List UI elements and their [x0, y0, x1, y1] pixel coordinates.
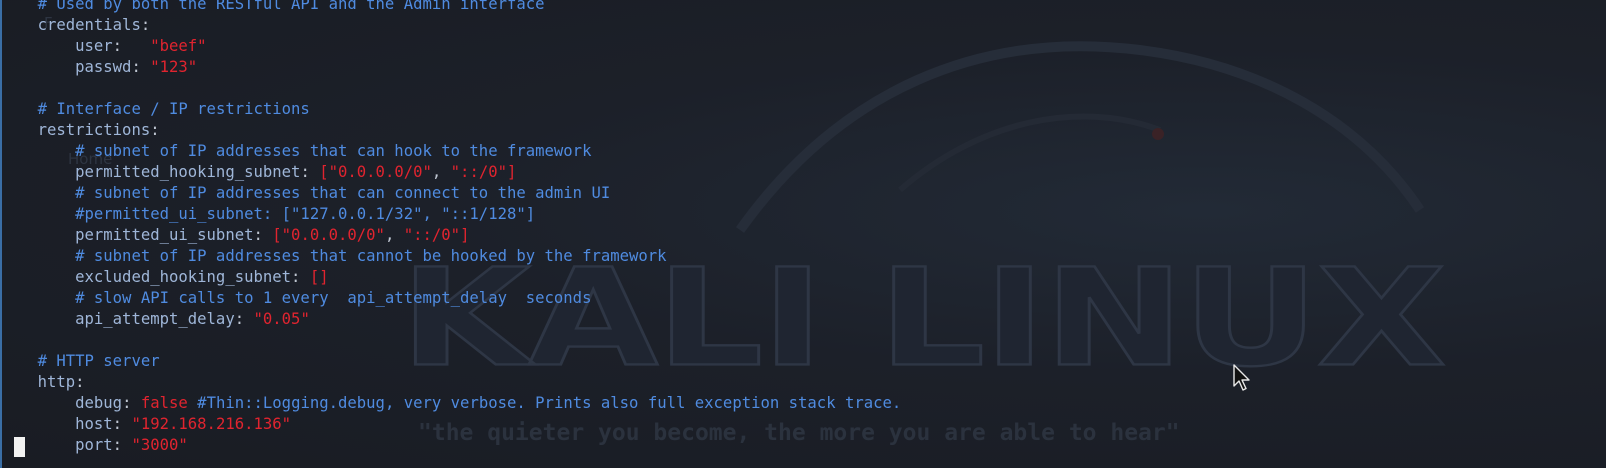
code-comment: #permitted_ui_subnet: ["127.0.0.1/32", "… — [75, 205, 536, 223]
yaml-separator: : — [112, 415, 132, 433]
yaml-value: false — [140, 394, 188, 412]
code-comment: # subnet of IP addresses that can connec… — [75, 184, 611, 202]
code-line: http: — [0, 372, 901, 393]
yaml-key: passwd — [75, 58, 132, 76]
code-line: excluded_hooking_subnet: [] — [0, 267, 901, 288]
terminal-cursor — [14, 437, 25, 457]
yaml-comma: , — [384, 226, 404, 244]
code-line: # Interface / IP restrictions — [0, 99, 901, 120]
yaml-key: user — [75, 37, 113, 55]
yaml-bracket: ] — [507, 163, 517, 181]
code-line: debug: false #Thin::Logging.debug, very … — [0, 393, 901, 414]
yaml-separator: : — [131, 58, 151, 76]
yaml-key: http — [37, 373, 76, 391]
code-line: # subnet of IP addresses that can hook t… — [0, 141, 901, 162]
code-line: credentials: — [0, 15, 901, 36]
yaml-key: host — [75, 415, 113, 433]
code-line: host: "192.168.216.136" — [0, 414, 901, 435]
yaml-value: "192.168.216.136" — [131, 415, 292, 433]
yaml-value: "123" — [150, 58, 198, 76]
yaml-bracket: ] — [460, 226, 470, 244]
terminal-window[interactable]: KALI LINUX "the quieter you become, the … — [0, 0, 1606, 468]
code-line: # subnet of IP addresses that cannot be … — [0, 246, 901, 267]
code-comment: # subnet of IP addresses that cannot be … — [75, 247, 667, 265]
code-line: port: "3000" — [0, 435, 901, 456]
yaml-value: "::/0" — [403, 226, 461, 244]
yaml-config-editor[interactable]: # Used by both the RESTful API and the A… — [0, 0, 902, 456]
yaml-bracket: [ — [319, 163, 329, 181]
code-comment: # Interface / IP restrictions — [37, 100, 310, 118]
yaml-separator: : — [75, 373, 85, 391]
yaml-key: debug — [75, 394, 123, 412]
code-line: #permitted_ui_subnet: ["127.0.0.1/32", "… — [0, 204, 901, 225]
code-line: restrictions: — [0, 120, 901, 141]
code-comment: # subnet of IP addresses that can hook t… — [75, 142, 592, 160]
yaml-separator: : — [112, 436, 132, 454]
yaml-key: permitted_hooking_subnet — [75, 163, 301, 181]
yaml-separator: : — [234, 310, 254, 328]
yaml-separator: : — [253, 226, 273, 244]
yaml-separator: : — [122, 394, 141, 412]
yaml-separator: : — [150, 121, 160, 139]
code-line: permitted_hooking_subnet: ["0.0.0.0/0", … — [0, 162, 901, 183]
mouse-pointer-icon — [1233, 364, 1250, 391]
yaml-key: permitted_ui_subnet — [75, 226, 254, 244]
code-comment: # HTTP server — [37, 352, 160, 370]
code-comment: # slow API calls to 1 every api_attempt_… — [75, 289, 592, 307]
yaml-key: api_attempt_delay — [75, 310, 235, 328]
code-line: # HTTP server — [0, 351, 901, 372]
code-line: passwd: "123" — [0, 57, 901, 78]
yaml-separator: : — [291, 268, 310, 286]
yaml-value: "3000" — [131, 436, 188, 454]
yaml-value: "beef" — [150, 37, 207, 55]
code-line: user: "beef" — [0, 36, 901, 57]
yaml-separator: : — [112, 37, 151, 55]
code-comment: #Thin::Logging.debug, very verbose. Prin… — [187, 394, 902, 412]
yaml-value: "0.05" — [253, 310, 310, 328]
yaml-separator: : — [300, 163, 320, 181]
code-line: permitted_ui_subnet: ["0.0.0.0/0", "::/0… — [0, 225, 901, 246]
yaml-value: [] — [309, 268, 329, 286]
yaml-separator: : — [140, 16, 151, 34]
code-line: # slow API calls to 1 every api_attempt_… — [0, 288, 901, 309]
yaml-key: restrictions — [37, 121, 151, 139]
yaml-key: credentials — [37, 16, 141, 34]
yaml-comma: , — [431, 163, 451, 181]
yaml-value: "0.0.0.0/0" — [328, 163, 432, 181]
code-line: # Used by both the RESTful API and the A… — [0, 0, 901, 15]
code-line: # subnet of IP addresses that can connec… — [0, 183, 901, 204]
code-comment: # Used by both the RESTful API and the A… — [37, 0, 545, 13]
yaml-bracket: [ — [272, 226, 282, 244]
code-line: api_attempt_delay: "0.05" — [0, 309, 901, 330]
yaml-key: excluded_hooking_subnet — [75, 268, 292, 286]
yaml-value: "0.0.0.0/0" — [281, 226, 385, 244]
yaml-key: port — [75, 436, 113, 454]
yaml-value: "::/0" — [450, 163, 508, 181]
